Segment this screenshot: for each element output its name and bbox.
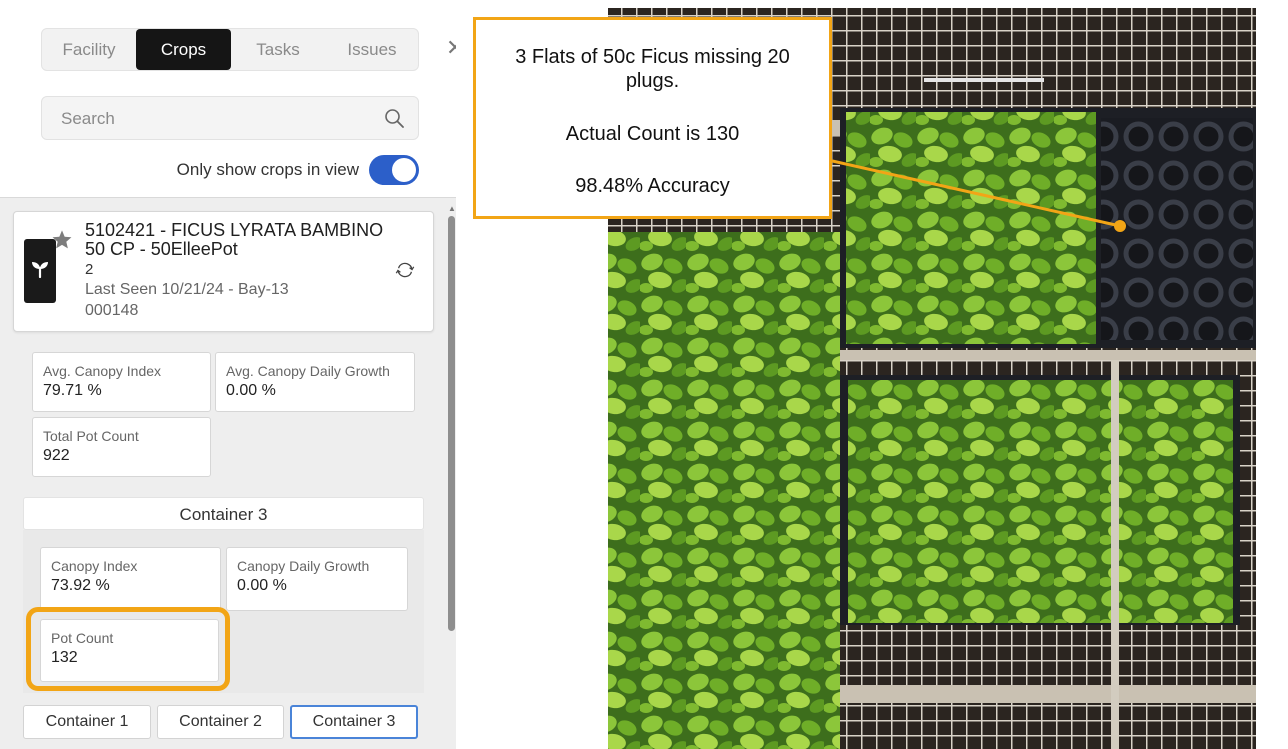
search-placeholder: Search	[61, 109, 115, 128]
crop-last-seen: Last Seen 10/21/24 - Bay-13	[85, 281, 289, 298]
crops-in-view-toggle[interactable]	[369, 155, 419, 185]
container-2-button[interactable]: Container 2	[157, 705, 284, 739]
tab-crops[interactable]: Crops	[136, 29, 231, 70]
pot-count-highlight	[26, 607, 230, 691]
crops-panel: Facility Crops Tasks Issues ✕ Search Onl…	[0, 0, 464, 749]
sync-icon[interactable]	[394, 259, 416, 281]
toggle-knob	[392, 158, 416, 182]
crop-title: 5102421 - FICUS LYRATA BAMBINO 50 CP - 5…	[85, 220, 384, 259]
callout-line-2: plugs.	[625, 70, 680, 92]
container-3-button[interactable]: Container 3	[290, 705, 418, 739]
tab-issues[interactable]: Issues	[325, 29, 419, 70]
callout-line-3: Actual Count is 130	[565, 123, 740, 145]
annotation-callout: 3 Flats of 50c Ficus missing 20 plugs. A…	[473, 17, 832, 219]
container-1-button[interactable]: Container 1	[23, 705, 151, 739]
avg-canopy-index-label: Avg. Canopy Index	[43, 363, 162, 379]
crops-in-view-filter: Only show crops in view	[41, 153, 419, 187]
search-input[interactable]: Search	[41, 96, 419, 140]
canopy-index-card: Canopy Index 73.92 %	[40, 547, 221, 611]
favorite-star-icon[interactable]	[51, 229, 73, 251]
avg-canopy-growth-label: Avg. Canopy Daily Growth	[226, 363, 390, 379]
canopy-index-value: 73.92 %	[51, 577, 110, 594]
crop-subtitle: 2	[85, 261, 94, 278]
tab-facility[interactable]: Facility	[42, 29, 136, 70]
total-pot-count-card: Total Pot Count 922	[32, 417, 211, 477]
tab-bar: Facility Crops Tasks Issues	[41, 28, 419, 71]
callout-line-4: 98.48% Accuracy	[575, 175, 730, 197]
canopy-growth-label: Canopy Daily Growth	[237, 558, 370, 574]
search-icon[interactable]	[384, 108, 404, 128]
total-pot-count-label: Total Pot Count	[43, 428, 139, 444]
avg-canopy-index-value: 79.71 %	[43, 382, 102, 399]
toggle-label: Only show crops in view	[176, 160, 359, 179]
tab-tasks[interactable]: Tasks	[231, 29, 325, 70]
canopy-index-label: Canopy Index	[51, 558, 138, 574]
callout-line-1: 3 Flats of 50c Ficus missing 20	[515, 46, 790, 68]
avg-canopy-index-card: Avg. Canopy Index 79.71 %	[32, 352, 211, 412]
crop-card[interactable]: 5102421 - FICUS LYRATA BAMBINO 50 CP - 5…	[13, 211, 434, 332]
avg-canopy-growth-card: Avg. Canopy Daily Growth 0.00 %	[215, 352, 415, 412]
seedling-icon	[32, 262, 48, 278]
scrollbar-thumb[interactable]	[448, 216, 455, 631]
total-pot-count-value: 922	[43, 447, 70, 464]
canopy-growth-card: Canopy Daily Growth 0.00 %	[226, 547, 408, 611]
canopy-growth-value: 0.00 %	[237, 577, 287, 594]
crop-code: 000148	[85, 302, 139, 319]
scrollbar[interactable]: ▲	[446, 204, 456, 749]
scroll-up-icon[interactable]: ▲	[448, 204, 456, 213]
container-header: Container 3	[23, 497, 424, 530]
avg-canopy-growth-value: 0.00 %	[226, 382, 276, 399]
